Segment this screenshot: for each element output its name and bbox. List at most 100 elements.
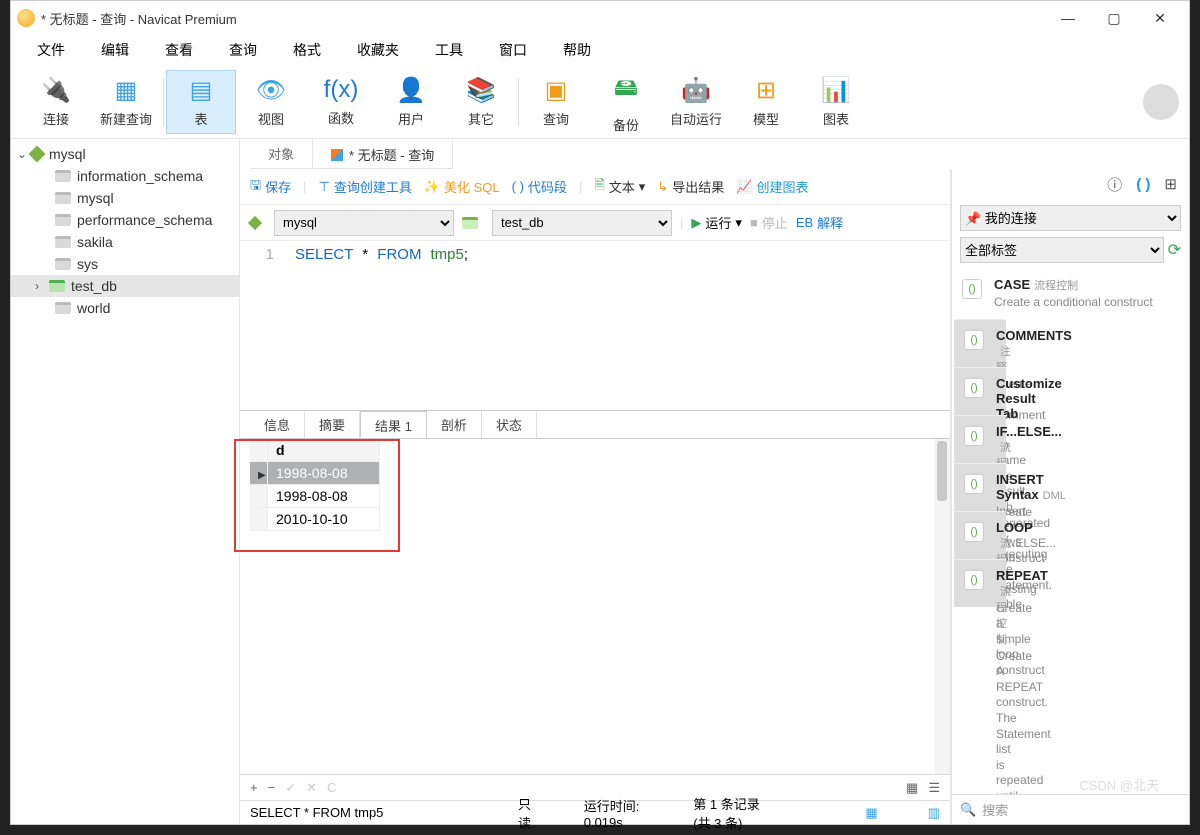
cancel-button[interactable]: ✕	[306, 780, 317, 796]
rtab-status[interactable]: 状态	[482, 411, 537, 438]
tb-function[interactable]: f(x)函数	[306, 70, 376, 134]
table-row[interactable]: 2010-10-10	[250, 508, 380, 531]
table-row[interactable]: 1998-08-08	[250, 462, 380, 485]
record-view-icon[interactable]: ▦	[906, 780, 918, 796]
app-icon	[17, 9, 35, 27]
tb-user[interactable]: 👤用户	[376, 70, 446, 134]
tb-table[interactable]: ▤表	[166, 70, 236, 134]
tb-connection[interactable]: 🔌连接	[21, 70, 91, 134]
explain-button[interactable]: EB解释	[796, 213, 843, 232]
database-select[interactable]: test_db	[492, 210, 672, 236]
stop-button[interactable]: ■停止	[750, 213, 788, 232]
refresh-icon[interactable]: ⟳	[1168, 240, 1181, 260]
snippet-icon: ()	[962, 279, 982, 299]
cell[interactable]: 1998-08-08	[268, 485, 380, 508]
beautify-sql-button[interactable]: ✨美化 SQL	[424, 177, 500, 196]
col-header-d[interactable]: d	[268, 439, 380, 462]
rtab-info[interactable]: 信息	[250, 411, 305, 438]
menu-help[interactable]: 帮助	[545, 36, 609, 64]
table-row[interactable]: 1998-08-08	[250, 485, 380, 508]
tree-db-sakila[interactable]: sakila	[11, 231, 239, 253]
tree-db-information-schema[interactable]: information_schema	[11, 165, 239, 187]
scrollbar[interactable]	[934, 439, 950, 774]
db-icon	[55, 192, 71, 204]
text-button[interactable]: 🗎文本 ▾	[594, 176, 645, 198]
menu-format[interactable]: 格式	[275, 36, 339, 64]
tb-other[interactable]: 📚其它	[446, 70, 516, 134]
menu-edit[interactable]: 编辑	[83, 36, 147, 64]
snippet-item[interactable]: ()CASE流程控制Create a conditional construct	[952, 269, 1189, 319]
snippet-item[interactable]: ()COMMENTS注释Create a comment	[954, 319, 1006, 367]
add-row-button[interactable]: +	[250, 780, 258, 795]
menu-favorites[interactable]: 收藏夹	[339, 36, 417, 64]
watermark: CSDN @北天	[1079, 775, 1159, 794]
user-avatar[interactable]	[1143, 84, 1179, 120]
results-grid[interactable]: d 1998-08-08 1998-08-08 2010-10-10	[250, 439, 380, 774]
menu-tools[interactable]: 工具	[417, 36, 481, 64]
code-snippet-button[interactable]: ( )代码段	[512, 177, 567, 196]
grid-mode-icon[interactable]: ▦	[865, 805, 877, 821]
commit-button[interactable]: ✓	[285, 780, 296, 796]
snippet-item[interactable]: ()LOOP流程控制Create a simple loop construct	[954, 511, 1006, 559]
status-time: 运行时间: 0.019s	[584, 796, 644, 830]
tab-objects[interactable]: 对象	[250, 139, 313, 168]
menu-window[interactable]: 窗口	[481, 36, 545, 64]
tags-select[interactable]: 全部标签	[960, 237, 1164, 263]
rtab-result1[interactable]: 结果 1	[360, 411, 427, 438]
form-view-icon[interactable]: ☰	[928, 780, 940, 796]
tree-db-performance-schema[interactable]: performance_schema	[11, 209, 239, 231]
snippets-icon[interactable]: ( )	[1136, 176, 1150, 193]
query-context-row: mysql test_db | ▶运行 ▾ ■停止 EB解释	[240, 205, 950, 241]
snippet-search[interactable]: 🔍 搜索	[952, 794, 1189, 824]
tb-autorun[interactable]: 🤖自动运行	[661, 70, 731, 134]
snippet-item[interactable]: ()REPEAT流程控制Create A REPEAT construct. T…	[954, 559, 1006, 607]
menu-query[interactable]: 查询	[211, 36, 275, 64]
card-mode-icon[interactable]: ▥	[928, 805, 940, 821]
tree-conn-mysql[interactable]: ⌄mysql	[11, 143, 239, 165]
cell[interactable]: 1998-08-08	[268, 462, 380, 485]
close-button[interactable]: ✕	[1137, 3, 1183, 33]
toolbar: 🔌连接 ▦新建查询 ▤表 👁视图 f(x)函数 👤用户 📚其它 ▣查询 🖴备份 …	[11, 65, 1189, 139]
tb-model[interactable]: ⊞模型	[731, 70, 801, 134]
snippet-item[interactable]: ()Customize Result Tab ITo name the resu…	[954, 367, 1006, 415]
tb-new-query[interactable]: ▦新建查询	[91, 70, 161, 134]
snippet-item[interactable]: ()IF...ELSE...流程控制Create a IF...ELSE... …	[954, 415, 1006, 463]
scope-select[interactable]: 📌 我的连接	[960, 205, 1181, 231]
info-icon[interactable]: ⓘ	[1107, 174, 1122, 195]
query-toolbar: 🖫保存 | ⊤查询创建工具 ✨美化 SQL ( )代码段 | 🗎文本 ▾ ↳导出…	[240, 169, 950, 205]
snippet-item[interactable]: ()INSERT SyntaxDMLInsert new rows into a…	[954, 463, 1006, 511]
db-icon	[55, 302, 71, 314]
tree-db-mysql[interactable]: mysql	[11, 187, 239, 209]
tb-backup[interactable]: 🖴备份	[591, 70, 661, 134]
create-chart-button[interactable]: 📈创建图表	[736, 177, 808, 196]
tree-db-sys[interactable]: sys	[11, 253, 239, 275]
refresh-button[interactable]: C	[327, 780, 336, 795]
save-button[interactable]: 🖫保存	[250, 176, 291, 198]
chart-icon: 📈	[736, 179, 752, 195]
export-results-button[interactable]: ↳导出结果	[657, 177, 724, 196]
rtab-profile[interactable]: 剖析	[427, 411, 482, 438]
tree-db-test-db[interactable]: ›test_db	[11, 275, 239, 297]
db-icon	[55, 236, 71, 248]
query-builder-button[interactable]: ⊤查询创建工具	[318, 177, 411, 196]
maximize-button[interactable]: ▢	[1091, 3, 1137, 33]
cell[interactable]: 2010-10-10	[268, 508, 380, 531]
menu-view[interactable]: 查看	[147, 36, 211, 64]
grid-icon[interactable]: ⊞	[1164, 175, 1177, 193]
connection-select[interactable]: mysql	[274, 210, 454, 236]
row-marker	[250, 462, 268, 485]
tb-chart[interactable]: 📊图表	[801, 70, 871, 134]
view-icon: 👁	[256, 76, 286, 105]
delete-row-button[interactable]: −	[268, 780, 276, 795]
menu-file[interactable]: 文件	[19, 36, 83, 64]
tb-view[interactable]: 👁视图	[236, 70, 306, 134]
tb-query[interactable]: ▣查询	[521, 70, 591, 134]
minimize-button[interactable]: —	[1045, 3, 1091, 33]
separator	[518, 78, 519, 126]
tree-db-world[interactable]: world	[11, 297, 239, 319]
rtab-summary[interactable]: 摘要	[305, 411, 360, 438]
tab-query-untitled[interactable]: * 无标题 - 查询	[313, 139, 453, 168]
sql-editor[interactable]: 1 SELECT * FROM tmp5;	[240, 241, 950, 411]
explain-icon: EB	[796, 215, 813, 230]
run-button[interactable]: ▶运行 ▾	[691, 213, 742, 232]
